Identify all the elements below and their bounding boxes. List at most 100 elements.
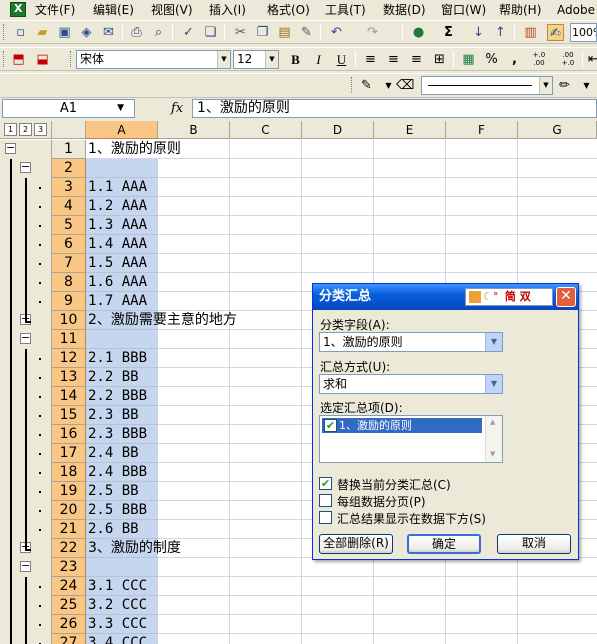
- row-header[interactable]: 21: [52, 520, 86, 539]
- summary-below-checkbox[interactable]: [319, 511, 332, 524]
- menu-help[interactable]: 帮助(H): [499, 2, 541, 18]
- draw-border-icon[interactable]: ✎: [358, 77, 375, 94]
- outline-level-1-button[interactable]: 1: [4, 123, 17, 136]
- permission-icon[interactable]: ◈: [78, 24, 95, 41]
- collapse-group-icon[interactable]: −: [20, 560, 31, 572]
- row-header[interactable]: 13: [52, 368, 86, 387]
- chevron-down-icon[interactable]: ▼: [217, 51, 230, 68]
- cut-icon[interactable]: ✂: [232, 24, 249, 41]
- align-right-icon[interactable]: ≡: [408, 51, 425, 68]
- column-header-g[interactable]: G: [518, 121, 597, 139]
- bold-button[interactable]: B: [287, 51, 304, 68]
- formula-input[interactable]: 1、激励的原则: [192, 99, 597, 118]
- convert-to-pdf-icon[interactable]: ⬒: [10, 51, 27, 68]
- scroll-down-icon[interactable]: ▼: [490, 450, 495, 458]
- currency-icon[interactable]: ▦: [460, 51, 477, 68]
- row-header[interactable]: 9: [52, 292, 86, 311]
- row-header[interactable]: 23: [52, 558, 86, 577]
- drawing-icon[interactable]: ✍: [547, 24, 564, 41]
- spelling-icon[interactable]: ✓: [180, 24, 197, 41]
- format-painter-icon[interactable]: ✎: [298, 24, 315, 41]
- column-header-c[interactable]: C: [230, 121, 302, 139]
- row-header[interactable]: 5: [52, 216, 86, 235]
- italic-button[interactable]: I: [310, 51, 327, 68]
- underline-button[interactable]: U: [333, 51, 350, 68]
- cell-a[interactable]: [86, 159, 158, 178]
- toolbar-grip[interactable]: [70, 51, 73, 67]
- row-header[interactable]: 7: [52, 254, 86, 273]
- ok-button[interactable]: 确定: [407, 534, 481, 554]
- align-left-icon[interactable]: ≡: [362, 51, 379, 68]
- row-header[interactable]: 4: [52, 197, 86, 216]
- row-header[interactable]: 16: [52, 425, 86, 444]
- hyperlink-icon[interactable]: ●: [410, 24, 427, 41]
- row-header[interactable]: 12: [52, 349, 86, 368]
- row-header[interactable]: 14: [52, 387, 86, 406]
- paste-icon[interactable]: ▤: [276, 24, 293, 41]
- cancel-button[interactable]: 取消: [497, 534, 571, 554]
- merge-center-icon[interactable]: ⊞: [431, 51, 448, 68]
- chevron-down-icon[interactable]: ▼: [485, 333, 502, 351]
- outline-level-3-button[interactable]: 3: [34, 123, 47, 136]
- open-folder-icon[interactable]: ▰: [34, 24, 51, 41]
- zoom-combo[interactable]: 100%: [570, 23, 597, 42]
- column-header-e[interactable]: E: [374, 121, 446, 139]
- cell-a[interactable]: [86, 558, 158, 577]
- collapse-group-icon[interactable]: −: [5, 142, 16, 154]
- menu-adobe-pdf[interactable]: Adobe P: [557, 2, 597, 18]
- scroll-up-icon[interactable]: ▲: [490, 418, 495, 426]
- list-scrollbar[interactable]: ▲ ▼: [485, 416, 502, 462]
- remove-all-button[interactable]: 全部删除(R): [319, 534, 393, 554]
- list-item[interactable]: ✔ 1、激励的原则: [322, 418, 482, 433]
- research-icon[interactable]: ❏: [202, 24, 219, 41]
- row-header[interactable]: 8: [52, 273, 86, 292]
- increase-decimal-button[interactable]: +.0 .00: [527, 51, 551, 68]
- group-field-select[interactable]: 1、激励的原则 ▼: [319, 332, 503, 352]
- chevron-down-icon[interactable]: ▼: [539, 77, 552, 94]
- menu-file[interactable]: 文件(F): [35, 2, 75, 18]
- ime-status-bar[interactable]: ☾° 简 双: [465, 288, 553, 306]
- menu-insert[interactable]: 插入(I): [209, 2, 246, 18]
- chevron-down-icon[interactable]: ▼: [380, 77, 397, 94]
- row-header[interactable]: 3: [52, 178, 86, 197]
- insert-function-icon[interactable]: fx: [171, 99, 187, 118]
- decrease-decimal-button[interactable]: .00 +.0: [556, 51, 580, 68]
- row-header[interactable]: 25: [52, 596, 86, 615]
- line-color-icon[interactable]: ✏: [556, 77, 573, 94]
- row-header[interactable]: 6: [52, 235, 86, 254]
- menu-edit[interactable]: 编辑(E): [93, 2, 134, 18]
- sort-ascending-icon[interactable]: ↓: [470, 24, 487, 41]
- column-header-a[interactable]: A: [86, 121, 158, 139]
- column-header-f[interactable]: F: [446, 121, 518, 139]
- percent-button[interactable]: %: [483, 51, 500, 68]
- chevron-down-icon[interactable]: ▼: [117, 100, 124, 117]
- column-header-b[interactable]: B: [158, 121, 230, 139]
- toolbar-grip[interactable]: [3, 24, 6, 40]
- font-name-combo[interactable]: 宋体 ▼: [76, 50, 231, 69]
- menu-tools[interactable]: 工具(T): [325, 2, 366, 18]
- subtotal-items-list[interactable]: ✔ 1、激励的原则 ▲ ▼: [319, 415, 503, 463]
- menu-format[interactable]: 格式(O): [267, 2, 310, 18]
- name-box[interactable]: A1 ▼: [2, 99, 135, 118]
- checkbox-checked-icon[interactable]: ✔: [324, 419, 337, 432]
- chevron-down-icon[interactable]: ▼: [265, 51, 278, 68]
- toolbar-grip[interactable]: [351, 77, 354, 93]
- save-icon[interactable]: ▣: [56, 24, 73, 41]
- row-header[interactable]: 1: [52, 140, 86, 159]
- replace-subtotals-checkbox[interactable]: ✔: [319, 477, 332, 490]
- undo-icon[interactable]: ↶: [328, 24, 345, 41]
- select-all-corner[interactable]: [52, 121, 86, 139]
- row-header[interactable]: 22: [52, 539, 86, 558]
- row-header[interactable]: 17: [52, 444, 86, 463]
- column-header-d[interactable]: D: [302, 121, 374, 139]
- row-header[interactable]: 19: [52, 482, 86, 501]
- email-icon[interactable]: ✉: [100, 24, 117, 41]
- menu-data[interactable]: 数据(D): [383, 2, 426, 18]
- row-header[interactable]: 20: [52, 501, 86, 520]
- erase-border-icon[interactable]: ⌫: [396, 77, 414, 94]
- collapse-group-icon[interactable]: −: [20, 332, 31, 344]
- page-break-checkbox[interactable]: [319, 494, 332, 507]
- toolbar-grip[interactable]: [3, 51, 6, 67]
- font-size-combo[interactable]: 12 ▼: [233, 50, 279, 69]
- row-header[interactable]: 2: [52, 159, 86, 178]
